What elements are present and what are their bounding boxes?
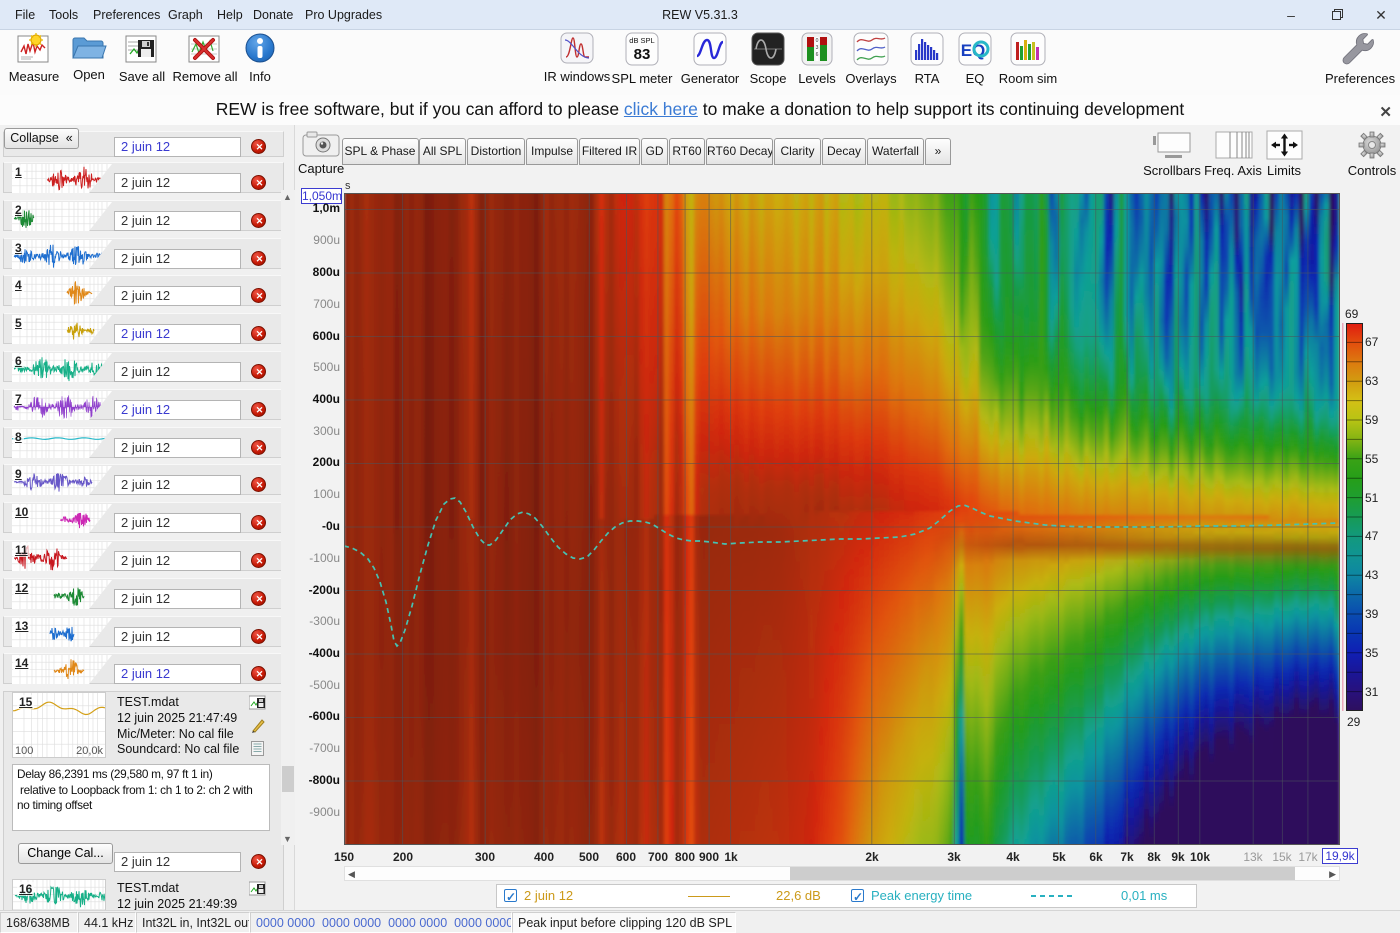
svg-text:dB SPL: dB SPL	[629, 36, 654, 45]
svg-text:3: 3	[816, 45, 819, 51]
svg-text:6: 6	[816, 52, 819, 58]
svg-text:0: 0	[816, 38, 819, 44]
svg-text:83: 83	[634, 46, 651, 63]
